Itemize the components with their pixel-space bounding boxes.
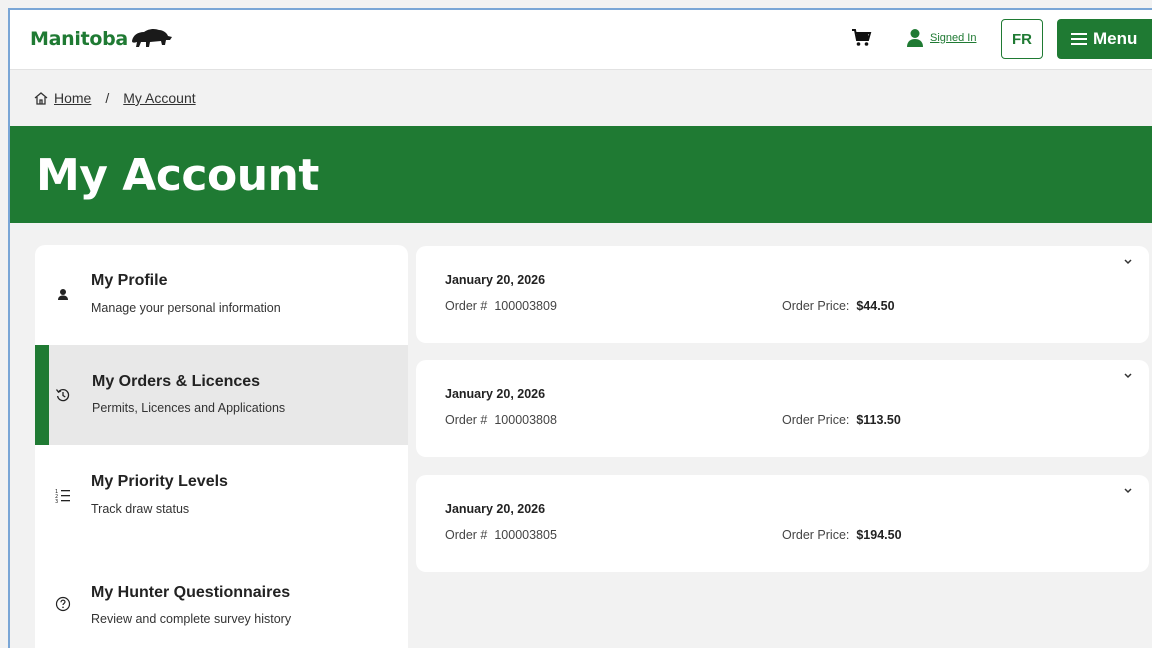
home-icon bbox=[34, 91, 48, 105]
order-number-label: Order # bbox=[445, 528, 488, 542]
order-card[interactable]: January 20, 2026 Order # 100003808 Order… bbox=[416, 360, 1149, 457]
site-header: Manitoba Signed In FR Menu bbox=[10, 10, 1152, 70]
order-price-label: Order Price: bbox=[782, 299, 850, 313]
order-number-label: Order # bbox=[445, 299, 488, 313]
cart-icon[interactable] bbox=[851, 28, 873, 53]
hamburger-icon bbox=[1071, 33, 1087, 45]
order-card[interactable]: January 20, 2026 Order # 100003805 Order… bbox=[416, 475, 1149, 572]
sidebar-item-subtitle: Manage your personal information bbox=[91, 301, 281, 315]
menu-button[interactable]: Menu bbox=[1057, 19, 1152, 59]
sidebar-item-subtitle: Track draw status bbox=[91, 502, 190, 516]
order-number-value: 100003809 bbox=[494, 299, 557, 313]
sidebar-item-title: My Hunter Questionnaires bbox=[91, 584, 291, 601]
order-number: Order # 100003805 bbox=[445, 528, 557, 542]
sidebar-item-title: My Priority Levels bbox=[91, 473, 228, 490]
breadcrumb-current-link[interactable]: My Account bbox=[123, 90, 195, 106]
sidebar-item-subtitle: Review and complete survey history bbox=[91, 612, 292, 626]
language-toggle-button[interactable]: FR bbox=[1001, 19, 1043, 59]
order-number-value: 100003808 bbox=[494, 413, 557, 427]
ordered-list-icon: 1 2 3 bbox=[55, 489, 70, 503]
sidebar-item-my-orders-licences[interactable]: My Orders & Licences Permits, Licences a… bbox=[35, 345, 408, 445]
order-number-value: 100003805 bbox=[494, 528, 557, 542]
bison-icon bbox=[131, 28, 172, 47]
history-icon bbox=[55, 388, 70, 402]
sidebar-item-subtitle: Permits, Licences and Applications bbox=[92, 401, 286, 415]
order-price-label: Order Price: bbox=[782, 528, 850, 542]
chevron-down-icon[interactable] bbox=[1123, 487, 1133, 495]
order-number: Order # 100003809 bbox=[445, 299, 557, 313]
signed-in-label[interactable]: Signed In bbox=[930, 32, 976, 44]
order-date: January 20, 2026 bbox=[445, 502, 546, 516]
account-sidebar: My Profile Manage your personal informat… bbox=[35, 245, 408, 648]
order-price: Order Price: $44.50 bbox=[782, 299, 895, 313]
chevron-down-icon[interactable] bbox=[1123, 258, 1133, 266]
page-title: My Account bbox=[36, 150, 319, 201]
order-price-value: $44.50 bbox=[856, 299, 895, 313]
order-price: Order Price: $194.50 bbox=[782, 528, 902, 542]
order-date: January 20, 2026 bbox=[445, 273, 546, 287]
menu-label: Menu bbox=[1093, 29, 1138, 48]
chevron-down-icon[interactable] bbox=[1123, 372, 1133, 380]
breadcrumb-separator: / bbox=[105, 90, 110, 106]
order-price-value: $113.50 bbox=[856, 413, 901, 427]
question-circle-icon bbox=[55, 596, 71, 612]
user-icon bbox=[907, 29, 923, 47]
order-price-value: $194.50 bbox=[856, 528, 902, 542]
order-price-label: Order Price: bbox=[782, 413, 850, 427]
sidebar-item-title: My Profile bbox=[91, 272, 168, 289]
sidebar-item-my-profile[interactable]: My Profile Manage your personal informat… bbox=[35, 245, 408, 345]
page-frame: Manitoba Signed In FR Menu Home / My Acc… bbox=[8, 8, 1152, 648]
page-banner: My Account bbox=[10, 126, 1152, 223]
breadcrumb-home-link[interactable]: Home bbox=[54, 90, 91, 106]
signed-in-link[interactable]: Signed In bbox=[906, 28, 976, 48]
logo-text: Manitoba bbox=[30, 28, 128, 50]
person-icon bbox=[58, 289, 68, 300]
order-date: January 20, 2026 bbox=[445, 387, 546, 401]
sidebar-item-my-priority-levels[interactable]: 1 2 3 My Priority Levels Track draw stat… bbox=[35, 445, 408, 545]
sidebar-item-my-hunter-questionnaires[interactable]: My Hunter Questionnaires Review and comp… bbox=[35, 545, 408, 645]
svg-text:3: 3 bbox=[55, 499, 58, 503]
order-price: Order Price: $113.50 bbox=[782, 413, 901, 427]
breadcrumb: Home / My Account bbox=[34, 90, 196, 106]
manitoba-logo[interactable]: Manitoba bbox=[30, 27, 174, 51]
order-number-label: Order # bbox=[445, 413, 488, 427]
order-card[interactable]: January 20, 2026 Order # 100003809 Order… bbox=[416, 246, 1149, 343]
sidebar-item-title: My Orders & Licences bbox=[92, 373, 261, 390]
order-number: Order # 100003808 bbox=[445, 413, 557, 427]
